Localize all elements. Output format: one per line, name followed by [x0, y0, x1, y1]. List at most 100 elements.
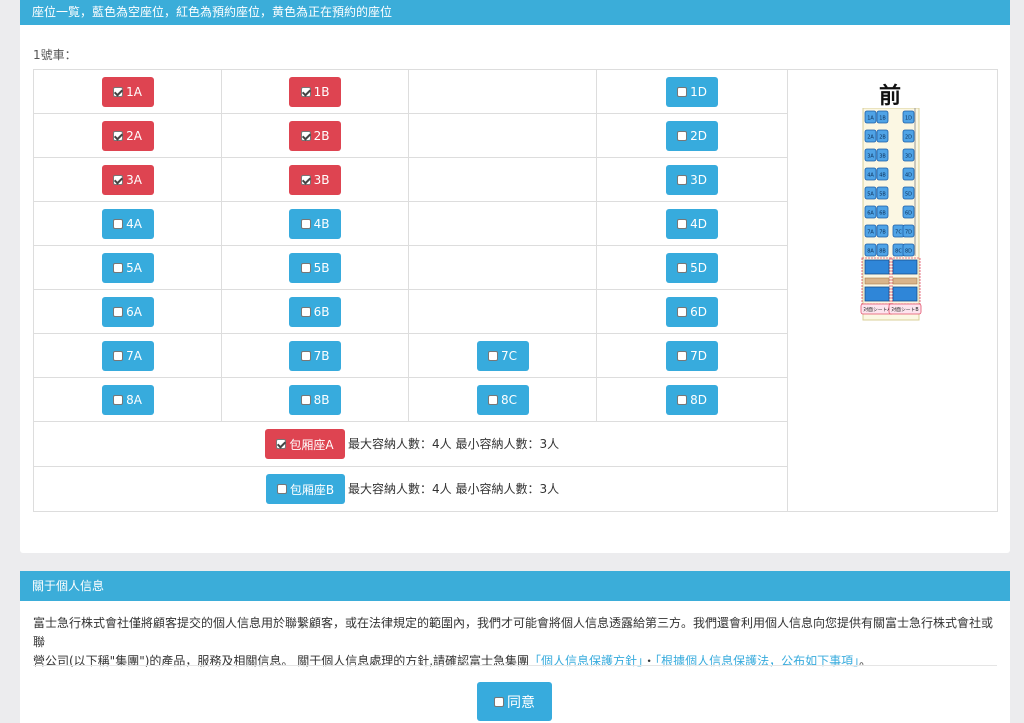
mini-seat-label: 8A [867, 249, 874, 255]
agree-label: 同意 [507, 694, 535, 711]
mini-seat-label: 5D [905, 192, 912, 198]
mini-seat-label: 3D [905, 154, 912, 160]
seat-label: 2B [313, 128, 330, 143]
seat-label: 5A [126, 260, 142, 275]
seat-label: 8A [126, 392, 142, 407]
seat-2a-button[interactable]: 2A [101, 120, 154, 151]
private-room-cell: 包厢座B 最大容納人數：4人 最小容納人數：3人 [33, 466, 788, 512]
seat-cell: 3A [33, 157, 222, 202]
mini-seat-label: 7D [905, 230, 912, 236]
seat-4d-button[interactable]: 4D [666, 208, 718, 239]
front-label: 前 [879, 84, 902, 109]
seat-1d-button[interactable]: 1D [666, 76, 718, 107]
seat-cell: 3B [221, 157, 409, 202]
checkbox-icon [677, 262, 688, 273]
seat-5b-button[interactable]: 5B [289, 252, 341, 283]
private-room-a-button[interactable]: 包厢座A [265, 429, 345, 459]
seat-label: 4B [313, 216, 330, 231]
seat-label: 8B [313, 392, 330, 407]
seat-6d-button[interactable]: 6D [666, 296, 718, 327]
seat-3b-button[interactable]: 3B [289, 164, 341, 195]
checkbox-icon [113, 394, 124, 405]
seat-cell: 6B [221, 289, 409, 334]
seat-5a-button[interactable]: 5A [101, 252, 154, 283]
room-table [892, 277, 918, 285]
mini-seat-label: 3A [867, 154, 874, 160]
seat-8a-button[interactable]: 8A [101, 384, 154, 415]
seat-cell: 5A [33, 245, 222, 290]
seat-label: 7B [313, 348, 330, 363]
mini-seat-label: 7C [895, 230, 902, 236]
seat-cell: 8B [221, 377, 409, 422]
seat-label: 7A [126, 348, 142, 363]
checked-checkbox-icon [113, 174, 124, 185]
seat-6b-button[interactable]: 6B [289, 296, 341, 327]
checkbox-icon [677, 174, 688, 185]
seat-5d-button[interactable]: 5D [666, 252, 718, 283]
seat-row: 1A 1B 1D 前 1A 1B 1D 2A 2B 2D 3A 3B 3D 4A 4B 4D 5A 5B 5D 6A 6… [33, 69, 998, 512]
checkbox-icon [487, 394, 498, 405]
checkbox-icon [300, 350, 311, 361]
seat-2b-button[interactable]: 2B [289, 120, 341, 151]
seat-4a-button[interactable]: 4A [101, 208, 154, 239]
mini-seat-label: 2D [905, 135, 912, 141]
mini-seat-label: 6A [867, 211, 874, 217]
private-room-b-button[interactable]: 包厢座B [266, 474, 345, 504]
checked-checkbox-icon [113, 86, 124, 97]
agree-button[interactable]: 同意 [477, 682, 552, 721]
seat-1b-button[interactable]: 1B [289, 76, 341, 107]
seat-cell: 1B [221, 69, 409, 114]
seat-label: 3B [313, 172, 330, 187]
seat-7a-button[interactable]: 7A [101, 340, 154, 371]
checkbox-icon [677, 394, 688, 405]
seat-cell: 4A [33, 201, 222, 246]
seat-cell: 8D [596, 377, 788, 422]
seat-label: 3A [126, 172, 142, 187]
seat-8b-button[interactable]: 8B [289, 384, 341, 415]
seat-label: 2A [126, 128, 142, 143]
seat-cell: 3D [596, 157, 788, 202]
private-room-label: 包厢座A [289, 437, 334, 452]
seat-4b-button[interactable]: 4B [289, 208, 341, 239]
seat-7c-button[interactable]: 7C [476, 340, 529, 371]
room-seat [892, 286, 918, 302]
capacity-text: 最大容納人數：4人 最小容納人數：3人 [348, 437, 560, 451]
checkbox-icon [113, 306, 124, 317]
seat-cell: 4B [221, 201, 409, 246]
checkbox-icon [300, 394, 311, 405]
checkbox-icon [300, 262, 311, 273]
seat-label: 7D [690, 348, 707, 363]
seat-7d-button[interactable]: 7D [666, 340, 718, 371]
seat-7b-button[interactable]: 7B [289, 340, 341, 371]
privacy-text: 富士急行株式會社僅將顧客提交的個人信息用於聯繫顧客，或在法律規定的範圍內，我們才… [33, 614, 999, 671]
seat-3a-button[interactable]: 3A [101, 164, 154, 195]
seat-label: 1A [126, 84, 142, 99]
seat-8c-button[interactable]: 8C [476, 384, 529, 415]
seat-6a-button[interactable]: 6A [101, 296, 154, 327]
seat-cell: 7A [33, 333, 222, 378]
mini-seat-label: 6D [905, 211, 912, 217]
seat-cell [408, 113, 597, 158]
seat-label: 4A [126, 216, 142, 231]
seat-cell [408, 201, 597, 246]
mini-seat-label: 8C [895, 249, 902, 255]
seat-cell: 6A [33, 289, 222, 334]
checkbox-icon [487, 350, 498, 361]
checkbox-icon [276, 484, 287, 494]
checkbox-icon [113, 218, 124, 229]
seat-3d-button[interactable]: 3D [666, 164, 718, 195]
private-room-cell: 包厢座A 最大容納人數：4人 最小容納人數：3人 [33, 421, 788, 467]
mini-seat-label: 8D [905, 249, 912, 255]
seat-cell: 2B [221, 113, 409, 158]
checkbox-icon [677, 306, 688, 317]
seat-label: 5D [690, 260, 707, 275]
seat-8d-button[interactable]: 8D [666, 384, 718, 415]
seat-label: 8D [690, 392, 707, 407]
seat-cell: 8C [408, 377, 597, 422]
seat-1a-button[interactable]: 1A [101, 76, 154, 107]
seat-cell: 5D [596, 245, 788, 290]
mini-seat-label: 5B [879, 192, 886, 198]
private-room-label: 包厢座B [289, 482, 335, 497]
checkbox-icon [300, 218, 311, 229]
seat-2d-button[interactable]: 2D [666, 120, 718, 151]
